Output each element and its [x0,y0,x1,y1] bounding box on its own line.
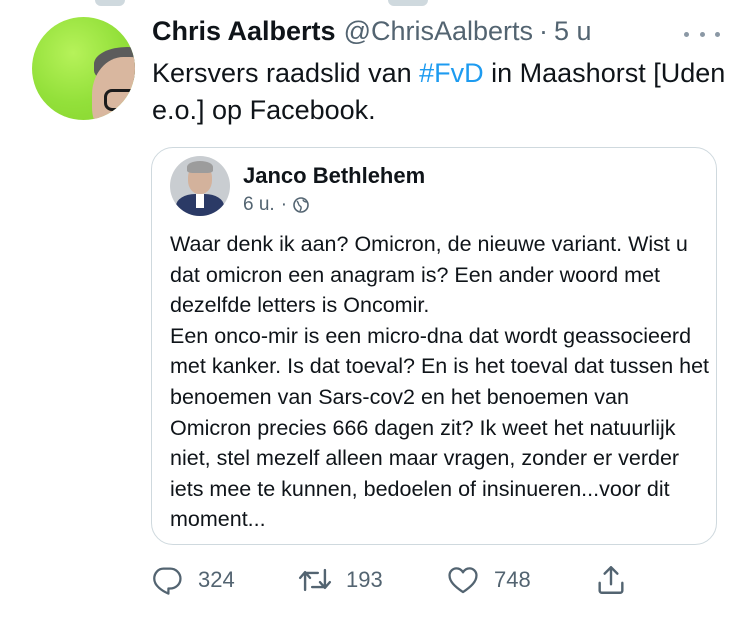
quoted-separator: · [280,194,288,215]
quoted-author-name[interactable]: Janco Bethlehem [243,163,425,189]
avatar[interactable] [32,17,135,120]
tweet-text-before: Kersvers raadslid van [152,58,420,88]
quoted-paragraph: Waar denk ik aan? Omicron, de nieuwe var… [170,232,688,318]
quoted-text: Waar denk ik aan? Omicron, de nieuwe var… [170,229,710,535]
tweet-header: Chris Aalberts @ChrisAalberts · 5 u [152,16,592,50]
globe-icon [293,197,309,213]
timestamp[interactable]: 5 u [554,16,592,47]
separator: · [539,16,549,46]
retweet-icon [298,568,332,592]
display-name[interactable]: Chris Aalberts [152,16,336,47]
quoted-paragraph: Een onco-mir is een micro-dna dat wordt … [170,323,710,532]
reply-icon [153,567,182,595]
previous-tweet-edge [0,0,750,10]
retweet-button[interactable]: 193 [298,562,383,598]
handle[interactable]: @ChrisAalberts [344,16,533,47]
quoted-meta: 6 u. · [243,194,309,216]
share-button[interactable] [594,562,628,598]
hashtag-link[interactable]: #FvD [419,58,484,88]
like-button[interactable]: 748 [446,562,531,598]
like-icon [448,567,478,594]
share-icon [598,566,624,594]
reply-count: 324 [198,567,235,592]
quoted-avatar[interactable] [170,156,230,216]
quoted-post[interactable]: Janco Bethlehem 6 u. · Waar denk ik aan?… [151,147,717,545]
tweet-text: Kersvers raadslid van #FvD in Maashorst … [152,55,732,129]
tweet[interactable]: Chris Aalberts @ChrisAalberts · 5 u Kers… [0,0,750,618]
reply-button[interactable]: 324 [150,562,235,598]
quoted-timestamp[interactable]: 6 u. [243,194,275,216]
retweet-count: 193 [346,567,383,592]
more-icon[interactable] [684,30,720,38]
like-count: 748 [494,567,531,592]
action-bar: 324 193 748 [150,562,640,598]
